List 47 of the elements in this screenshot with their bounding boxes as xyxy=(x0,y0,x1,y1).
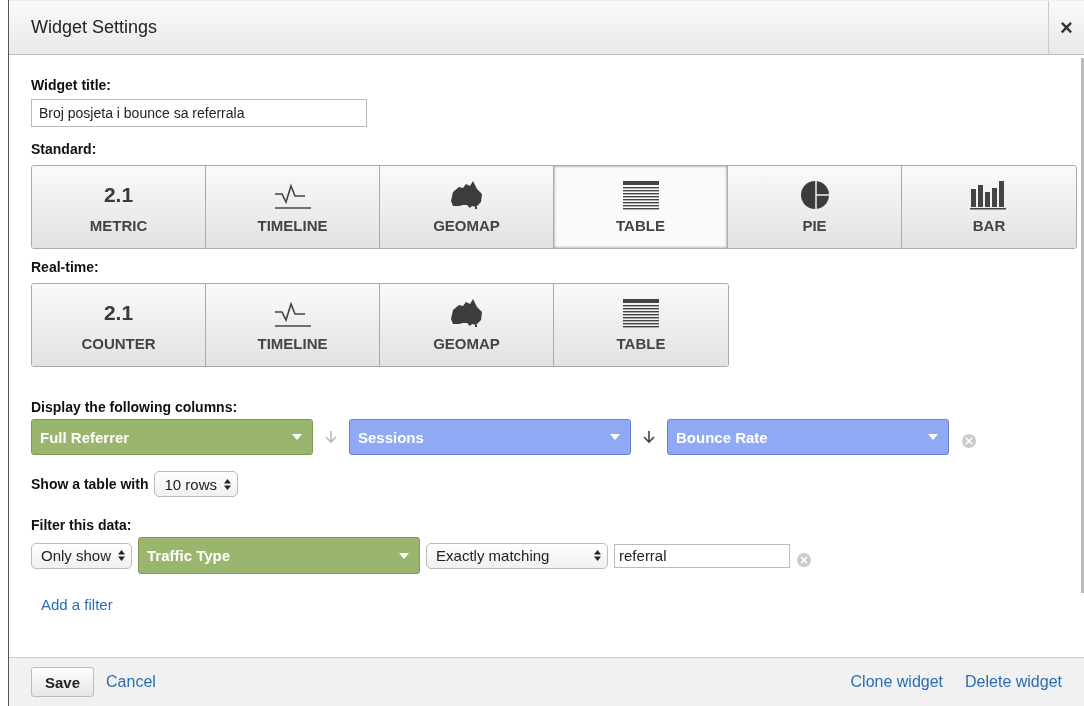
up-down-arrows-icon xyxy=(118,550,126,561)
caret-icon xyxy=(292,434,302,440)
visualization-type-button[interactable]: PIE xyxy=(728,166,902,248)
visualization-type-button[interactable]: 2.1 COUNTER xyxy=(32,284,206,366)
section-label: Standard: xyxy=(31,141,97,157)
up-down-arrows-icon xyxy=(594,550,602,561)
australia-map-icon xyxy=(449,180,484,210)
filter-mode-select[interactable]: Only show xyxy=(31,542,133,569)
field-label: Widget title: xyxy=(31,77,111,93)
visualization-type-button[interactable]: BAR xyxy=(902,166,1076,248)
filter-value-input[interactable]: referral xyxy=(614,543,791,568)
visualization-type-button[interactable]: TIMELINE xyxy=(206,166,380,248)
visualization-type-button[interactable]: TABLE xyxy=(554,284,728,366)
table-icon xyxy=(621,180,660,210)
australia-map-icon xyxy=(449,298,484,328)
scrollbar[interactable] xyxy=(1081,58,1084,593)
add-filter-link[interactable]: Add a filter xyxy=(41,596,113,613)
visualization-type-button[interactable]: 2.1 METRIC xyxy=(32,166,206,248)
window-title: Widget Settings xyxy=(30,17,158,38)
visualization-type-button[interactable]: GEOMAP xyxy=(380,284,554,366)
match-type-select[interactable]: Exactly matching xyxy=(426,542,609,569)
table-icon xyxy=(622,298,660,328)
caret-icon xyxy=(928,434,938,440)
pie-chart-icon xyxy=(799,180,830,210)
rows-select[interactable]: 10 rows xyxy=(154,471,238,497)
visualization-type-button[interactable]: TIMELINE xyxy=(206,284,380,366)
up-down-arrows-icon xyxy=(224,478,231,490)
metric-value-icon: 2.1 xyxy=(103,180,134,210)
remove-icon[interactable] xyxy=(796,551,813,568)
sort-arrow-icon[interactable] xyxy=(643,430,655,444)
close-button[interactable]: × xyxy=(1048,1,1084,54)
section-label: Real-time: xyxy=(31,259,100,275)
visualization-type-button[interactable]: GEOMAP xyxy=(380,166,554,248)
caret-icon xyxy=(399,552,410,559)
remove-icon[interactable] xyxy=(961,433,977,449)
cancel-link[interactable]: Cancel xyxy=(106,673,156,691)
visualization-type-button[interactable]: TABLE xyxy=(554,166,728,248)
field-label: Show a table with xyxy=(31,476,149,492)
bar-chart-icon xyxy=(970,180,1008,210)
caret-icon xyxy=(610,434,620,440)
section-label: Display the following columns: xyxy=(31,399,238,415)
delete-widget-link[interactable]: Delete widget xyxy=(965,673,1062,691)
clone-widget-link[interactable]: Clone widget xyxy=(850,673,944,691)
widget-title-input[interactable]: Broj posjeta i bounce sa referrala xyxy=(31,99,367,127)
section-label: Filter this data: xyxy=(31,517,132,533)
save-button[interactable]: Save xyxy=(31,667,95,697)
metric-value-icon: 2.1 xyxy=(103,298,134,328)
